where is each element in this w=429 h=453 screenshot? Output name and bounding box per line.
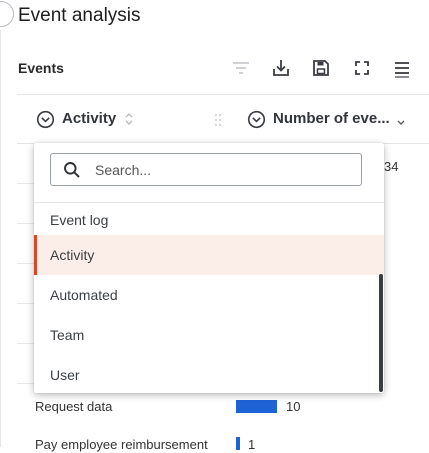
row-value: 34 <box>384 159 399 174</box>
option-automated[interactable]: Automated <box>34 275 384 315</box>
filter-icon <box>233 62 249 74</box>
left-divider <box>0 30 1 447</box>
download-button[interactable] <box>269 56 293 80</box>
option-team[interactable]: Team <box>34 315 384 355</box>
option-group-label: Event log <box>50 212 109 228</box>
menu-button[interactable] <box>390 56 414 80</box>
table-top-rule <box>17 94 429 95</box>
row-value: 1 <box>248 437 256 452</box>
dropdown-divider <box>34 202 384 203</box>
column-header-label: Number of eve... <box>273 110 390 127</box>
fullscreen-button[interactable] <box>350 56 374 80</box>
row-activity-label: Pay employee reimbursement <box>35 437 208 452</box>
option-user[interactable]: User <box>34 355 384 395</box>
column-resize-handle[interactable] <box>214 113 222 132</box>
search-input[interactable] <box>95 161 335 178</box>
option-label: Automated <box>50 287 118 303</box>
dropdown-scrollbar[interactable] <box>379 274 383 392</box>
chevron-circle-icon <box>247 110 266 128</box>
filter-button[interactable] <box>229 56 253 80</box>
value-bar <box>236 437 240 450</box>
menu-icon <box>395 62 409 78</box>
row-value: 10 <box>286 399 301 414</box>
column-header-activity[interactable]: Activity <box>36 109 134 129</box>
sort-desc-icon[interactable] <box>396 112 406 126</box>
column-header-label: Activity <box>62 110 117 127</box>
option-label: Activity <box>50 247 95 263</box>
column-header-number-of-events[interactable]: Number of eve... <box>247 109 406 129</box>
option-label: Team <box>50 327 85 343</box>
option-label: User <box>50 367 80 383</box>
page-title: Event analysis <box>18 5 141 26</box>
save-icon <box>313 60 329 76</box>
sort-icon[interactable] <box>124 112 134 126</box>
chevron-circle-icon <box>36 110 55 128</box>
selected-marker <box>34 235 37 275</box>
save-button[interactable] <box>309 56 333 80</box>
download-icon <box>273 60 289 76</box>
search-icon <box>64 161 80 178</box>
fullscreen-icon <box>355 61 369 75</box>
back-curl-icon <box>0 1 14 27</box>
card-title: Events <box>18 60 64 76</box>
search-field[interactable] <box>50 153 362 186</box>
value-bar <box>236 400 277 413</box>
drag-handle-icon <box>215 114 221 126</box>
column-picker-dropdown: Event log Activity Automated Team User <box>34 143 384 393</box>
option-activity[interactable]: Activity <box>34 235 384 275</box>
row-activity-label: Request data <box>35 399 113 414</box>
